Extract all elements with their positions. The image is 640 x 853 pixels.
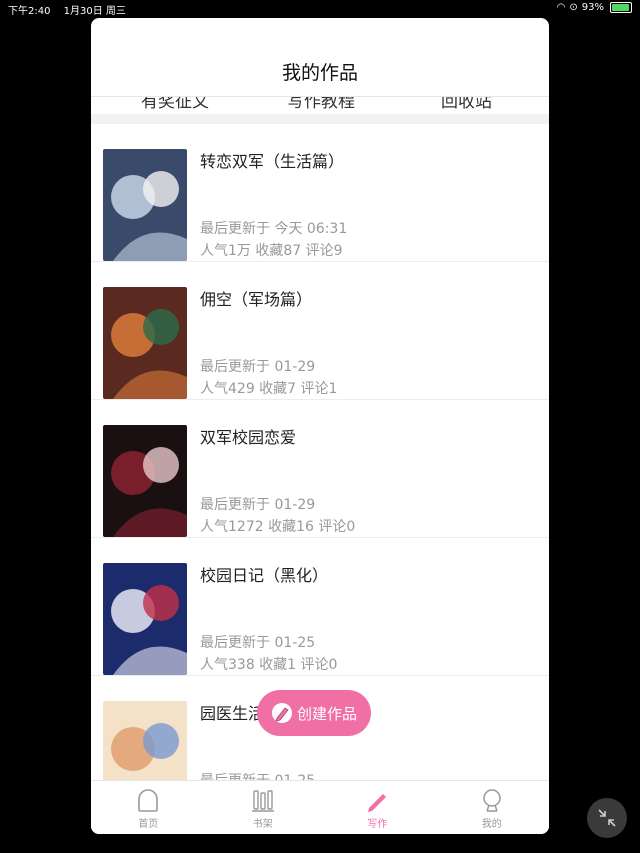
battery-percent: 93% [581,2,604,13]
work-title: 校园日记（黑化） [200,566,329,585]
status-date: 1月30日 周三 [63,6,126,17]
collapse-button[interactable] [587,798,627,838]
top-tabs: 有奖征文 写作教程 回收站 [91,96,549,115]
status-indicators: ◠ ⊙ 93% [557,2,632,13]
create-work-label: 创建作品 [296,704,357,723]
works-list[interactable]: 转恋双军（生活篇） 最后更新于 今天 06:31 人气1万 收藏87 评论9 佣… [91,124,549,780]
cover-image [103,701,187,780]
work-stats: 人气338 收藏1 评论0 [200,657,338,673]
battery-icon [610,2,632,13]
work-title: 园医生活 [200,704,265,723]
tab-tutorial[interactable]: 写作教程 [287,97,355,112]
tab-mine[interactable]: 我的 [435,781,550,834]
bottom-tab-bar: 首页 书架 写作 我的 [91,780,549,834]
section-divider [91,114,549,124]
cover-image [103,563,187,675]
work-stats: 人气1272 收藏16 评论0 [200,519,356,535]
home-icon [138,789,159,812]
tab-recycle-bin[interactable]: 回收站 [441,97,492,112]
work-item[interactable]: 双军校园恋爱 最后更新于 01-29 人气1272 收藏16 评论0 [91,400,549,538]
cover-image [103,149,187,261]
orientation-lock-icon: ⊙ [569,2,578,13]
tab-write[interactable]: 写作 [320,781,435,834]
work-updated: 最后更新于 今天 06:31 [200,221,348,237]
cover-image [103,287,187,399]
tab-mine-label: 我的 [481,819,502,830]
tab-bookshelf-label: 书架 [252,819,273,830]
tab-contest[interactable]: 有奖征文 [141,97,209,112]
tab-write-label: 写作 [367,819,388,830]
work-updated: 最后更新于 01-29 [200,359,316,375]
page-title: 我的作品 [281,62,358,84]
work-title: 转恋双军（生活篇） [200,152,345,171]
status-bar: 下午2:40 1月30日 周三 ◠ ⊙ 93% [0,0,640,18]
tab-home-label: 首页 [138,819,159,830]
tab-bookshelf[interactable]: 书架 [206,781,321,834]
status-time-date: 下午2:40 1月30日 周三 [8,2,126,17]
work-title: 佣空（军场篇） [200,290,313,309]
pen-icon [368,794,387,812]
profile-icon [483,789,501,812]
collapse-icon [598,809,616,827]
cover-image [103,425,187,537]
wifi-icon: ◠ [556,2,566,13]
status-time: 下午2:40 [8,6,51,17]
work-updated: 最后更新于 01-25 [200,635,316,651]
work-item[interactable]: 佣空（军场篇） 最后更新于 01-29 人气429 收藏7 评论1 [91,262,549,400]
work-stats: 人气429 收藏7 评论1 [200,381,338,397]
nav-bar: 我的作品 [91,18,549,98]
work-item[interactable]: 校园日记（黑化） 最后更新于 01-25 人气338 收藏1 评论0 [91,538,549,676]
tab-home[interactable]: 首页 [91,781,206,834]
work-stats: 人气1万 收藏87 评论9 [200,243,343,259]
pencil-icon [271,703,292,723]
work-title: 双军校园恋爱 [200,428,297,447]
create-work-button[interactable]: 创建作品 [257,690,371,736]
work-updated: 最后更新于 01-29 [200,497,316,513]
bookshelf-icon [251,790,274,812]
work-item[interactable]: 转恋双军（生活篇） 最后更新于 今天 06:31 人气1万 收藏87 评论9 [91,124,549,262]
work-updated: 最后更新于 01-25 [200,770,315,780]
